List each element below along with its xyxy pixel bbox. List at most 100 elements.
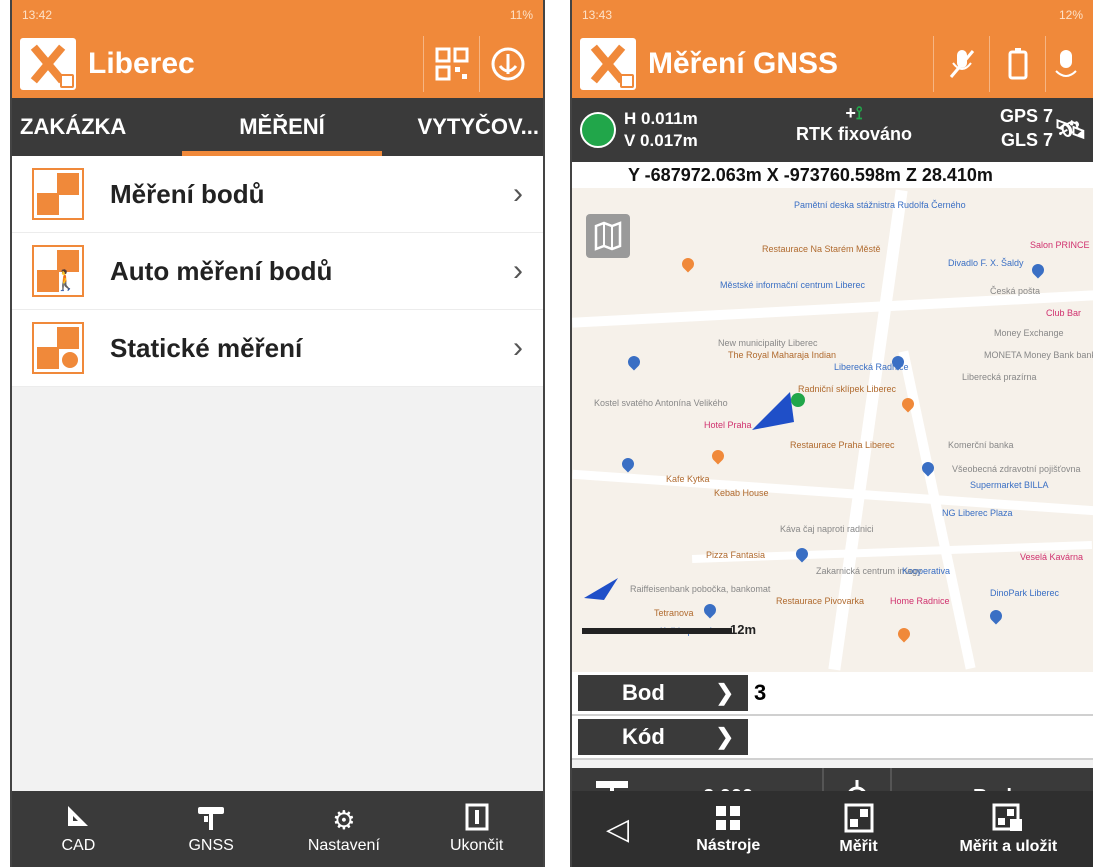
map-road [572, 469, 1093, 516]
antenna-icon: +⟟ [845, 103, 863, 123]
map-label: Veselá Kavárna [1020, 552, 1084, 562]
status-battery: 11% [509, 8, 533, 22]
map-label: Raiffeisenbank pobočka, bankomat [630, 584, 771, 594]
precision-readout: H 0.011m V 0.017m [624, 108, 698, 152]
map-pin-icon [701, 601, 719, 619]
qr-code-icon[interactable] [423, 36, 479, 92]
map-pin-icon [679, 255, 697, 273]
tab-mereni[interactable]: MĚŘENÍ [182, 98, 382, 156]
point-field-label[interactable]: Bod ❯ [578, 675, 748, 711]
map-pin-icon [793, 545, 811, 563]
app-bar: Měření GNSS [572, 30, 1093, 98]
map-label: Money Exchange [994, 328, 1064, 338]
bottom-navigation: ◁ Nástroje Měřit Měřit a uložit [572, 791, 1093, 867]
map-label: Supermarket BILLA [970, 480, 1049, 490]
nav-label: GNSS [188, 837, 234, 854]
menu-item-label: Auto měření bodů [110, 255, 333, 286]
chevron-right-icon: › [513, 331, 523, 364]
nav-label: Ukončit [449, 837, 504, 854]
map-label: Club Bar [1046, 308, 1082, 318]
mic-off-icon[interactable] [933, 36, 989, 92]
nastroje-button[interactable]: Nástroje [663, 791, 793, 867]
map-label: The Royal Maharaja Indian [728, 350, 837, 360]
map-layers-button[interactable] [586, 214, 630, 258]
auto-measure-icon: 🚶 [32, 245, 84, 297]
map-label: Káva čaj naproti radnici [780, 524, 874, 534]
menu-item-auto-mereni[interactable]: 🚶 Auto měření bodů › [12, 233, 543, 310]
tab-vytycovani[interactable]: VYTYČOV... [382, 98, 543, 156]
tab-bar: ZAKÁZKA MĚŘENÍ VYTYČOV... [12, 98, 543, 156]
nav-label: Měřit a uložit [959, 837, 1058, 855]
static-measure-icon [32, 322, 84, 374]
nav-nastaveni-button[interactable]: ⚙ Nastavení [278, 791, 411, 867]
app-logo-icon [20, 38, 76, 90]
code-field-row: Kód ❯ [572, 716, 1093, 760]
page-title: Měření GNSS [648, 47, 839, 80]
status-bar: 13:43 12% [572, 0, 1093, 30]
map-label: MONETA Money Bank bankomat [984, 350, 1093, 360]
gnss-status-bar: H 0.011m V 0.017m +⟟ RTK fixováno GPS 7 … [572, 98, 1093, 162]
menu-item-label: Měření bodů [110, 178, 265, 209]
menu-item-mereni-bodu[interactable]: Měření bodů › [12, 156, 543, 233]
map-label: Všeobecná zdravotní pojišťovna [952, 464, 1081, 474]
field-label-text: Bod [622, 680, 665, 705]
code-field-label[interactable]: Kód ❯ [578, 719, 748, 755]
fix-status-indicator [580, 112, 616, 148]
map-label: Home Radnice [890, 596, 950, 606]
map-label: Pizza Fantasia [706, 550, 766, 560]
bottom-navigation: CAD GNSS ⚙ Nastavení Ukončit [12, 791, 543, 867]
gnss-receiver-icon [196, 803, 226, 837]
map-label: Česká pošta [990, 286, 1041, 296]
nav-gnss-button[interactable]: GNSS [145, 791, 278, 867]
right-phone-screen: 13:43 12% Měření GNSS H 0.011m V 0.017m … [570, 0, 1093, 867]
map-view[interactable]: Pamětní deska stážnistra Rudolfa Černého… [572, 188, 1093, 672]
map-label: Kooperativa [902, 566, 951, 576]
point-number-input[interactable]: 3 [748, 680, 1093, 706]
map-label: Kostel svatého Antonína Velikého [594, 398, 728, 408]
satellite-counts: GPS 7 GLS 7 [1000, 104, 1053, 152]
rtk-fix-label: RTK fixováno [796, 124, 913, 144]
map-label: Městské informační centrum Liberec [720, 280, 866, 290]
merit-a-ulozit-button[interactable]: Měřit a uložit [924, 791, 1093, 867]
nav-label: Měřit [839, 837, 878, 855]
merit-button[interactable]: Měřit [793, 791, 923, 867]
exit-icon [464, 803, 490, 837]
left-phone-screen: 13:42 11% Liberec ZAKÁZKA MĚŘENÍ VYTYČOV… [10, 0, 545, 867]
status-bar: 13:42 11% [12, 0, 543, 30]
vertical-precision: V 0.017m [624, 131, 698, 150]
point-measure-icon [32, 168, 84, 220]
nav-label: Nastavení [307, 837, 380, 854]
receiver-link-icon[interactable] [1045, 36, 1085, 92]
back-button[interactable]: ◁ [572, 791, 663, 867]
current-position-marker [752, 392, 805, 430]
map-label: Restaurace Pivovarka [776, 596, 865, 606]
map-label: Liberecká prazírna [962, 372, 1037, 382]
gear-icon: ⚙ [332, 805, 356, 835]
anchor-icon[interactable] [479, 36, 535, 92]
map-label: Kafe Kytka [666, 474, 710, 484]
map-pin-icon [1029, 261, 1047, 279]
map-pin-icon [625, 353, 643, 371]
status-time: 13:43 [582, 8, 613, 22]
map-label: NG Liberec Plaza [942, 508, 1013, 518]
chevron-right-icon: ❯ [715, 680, 734, 705]
north-arrow-icon [584, 578, 618, 600]
map-label: Hotel Praha [704, 420, 752, 430]
satellite-icon: 🛰 [1053, 114, 1087, 144]
map-pin-icon [987, 607, 1005, 625]
chevron-right-icon: ❯ [715, 724, 734, 749]
nav-cad-button[interactable]: CAD [12, 791, 145, 867]
tab-zakazka[interactable]: ZAKÁZKA [12, 98, 182, 156]
map-scale-bar [582, 628, 732, 634]
map-scale-label: 12m [730, 622, 757, 637]
gps-count: GPS 7 [999, 106, 1053, 126]
map-pin-icon [619, 455, 637, 473]
measurement-menu: Měření bodů › 🚶 Auto měření bodů › Stati… [12, 156, 543, 387]
menu-item-staticke-mereni[interactable]: Statické měření › [12, 310, 543, 387]
grid-icon [714, 804, 742, 837]
nav-ukoncit-button[interactable]: Ukončit [410, 791, 543, 867]
map-label: DinoPark Liberec [990, 588, 1060, 598]
map-label: Divadlo F. X. Šaldy [948, 258, 1024, 268]
battery-icon[interactable] [989, 36, 1045, 92]
horizontal-precision: H 0.011m [624, 109, 698, 128]
